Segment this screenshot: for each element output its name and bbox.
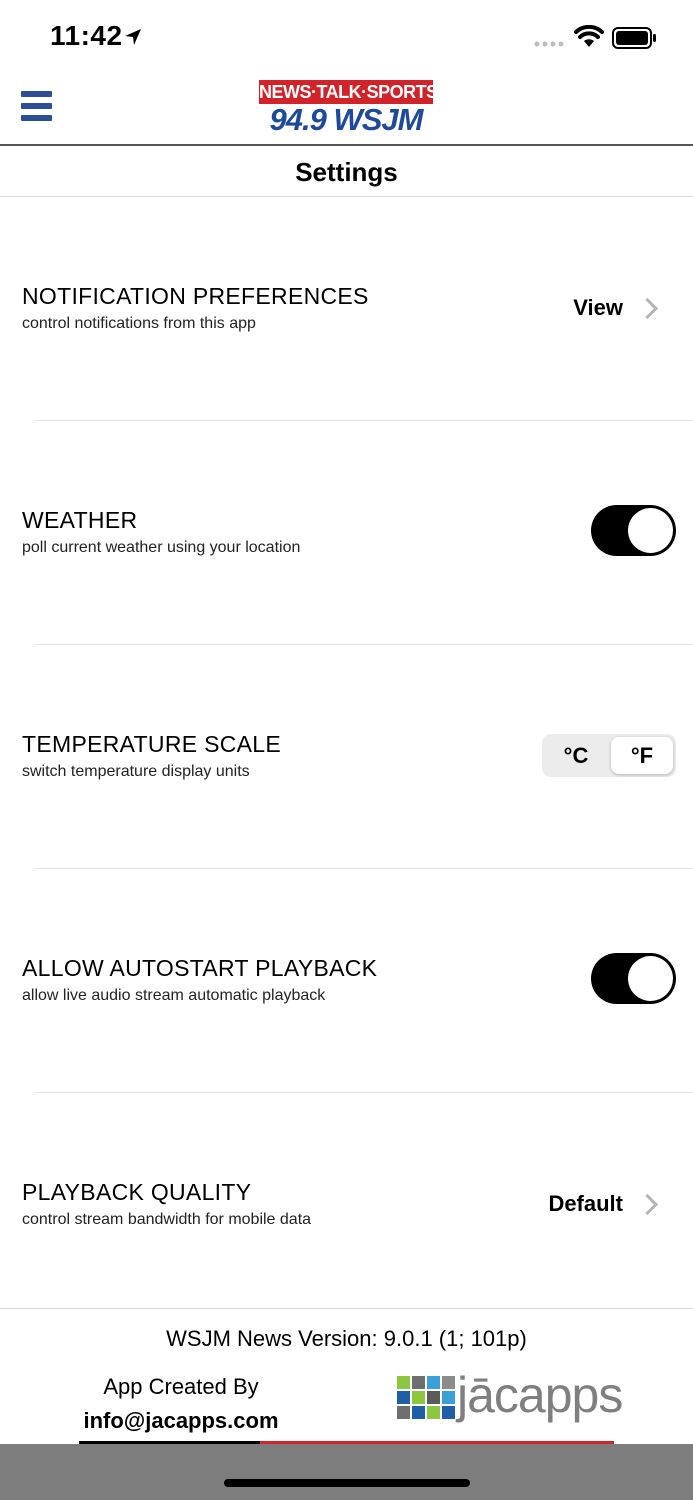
- chevron-right-icon: [636, 1193, 659, 1216]
- weather-toggle[interactable]: [591, 505, 676, 556]
- setting-title: TEMPERATURE SCALE: [22, 731, 281, 757]
- status-time: 11:42: [50, 20, 123, 51]
- setting-title: PLAYBACK QUALITY: [22, 1179, 252, 1205]
- setting-row-notification-preferences[interactable]: NOTIFICATION PREFERENCES control notific…: [0, 197, 693, 421]
- setting-row-autostart-playback: ALLOW AUTOSTART PLAYBACK allow live audi…: [0, 869, 693, 1093]
- fahrenheit-option[interactable]: °F: [611, 737, 673, 774]
- location-arrow-icon: [125, 29, 141, 45]
- toggle-knob: [628, 508, 673, 553]
- station-logo: NEWS·TALK·SPORTS 94.9 WSJM: [259, 80, 438, 137]
- setting-title: WEATHER: [22, 507, 138, 533]
- setting-row-weather: WEATHER poll current weather using your …: [0, 421, 693, 645]
- toggle-knob: [628, 956, 673, 1001]
- hamburger-menu-icon[interactable]: [21, 91, 52, 123]
- setting-value-default[interactable]: Default: [548, 1191, 623, 1217]
- app-version: WSJM News Version: 9.0.1 (1; 101p): [166, 1326, 527, 1351]
- home-indicator[interactable]: [224, 1479, 470, 1487]
- jacapps-logo[interactable]: jācapps: [395, 1362, 645, 1434]
- status-bar: 11:42: [0, 0, 693, 75]
- setting-row-playback-quality[interactable]: PLAYBACK QUALITY control stream bandwidt…: [0, 1093, 693, 1308]
- app-created-by-label: App Created By: [103, 1374, 259, 1399]
- setting-subtitle: poll current weather using your location: [22, 539, 301, 556]
- setting-value-view[interactable]: View: [573, 295, 623, 321]
- setting-title: ALLOW AUTOSTART PLAYBACK: [22, 955, 378, 981]
- setting-title: NOTIFICATION PREFERENCES: [22, 283, 369, 309]
- developer-email-link[interactable]: info@jacapps.com: [79, 1408, 283, 1434]
- setting-row-temperature-scale: TEMPERATURE SCALE switch temperature dis…: [0, 645, 693, 869]
- cellular-signal-icon: [534, 41, 564, 47]
- wifi-icon: [574, 25, 604, 47]
- home-indicator-area: [0, 1444, 693, 1500]
- setting-subtitle: switch temperature display units: [22, 763, 250, 780]
- setting-subtitle: allow live audio stream automatic playba…: [22, 987, 326, 1004]
- autostart-playback-toggle[interactable]: [591, 953, 676, 1004]
- battery-icon: [612, 27, 656, 49]
- celsius-option[interactable]: °C: [545, 737, 607, 774]
- logo-tagline: NEWS·TALK·SPORTS: [259, 80, 438, 104]
- title-bar: Settings: [0, 146, 693, 197]
- logo-call-sign: 94.9 WSJM: [269, 102, 424, 137]
- setting-subtitle: control stream bandwidth for mobile data: [22, 1211, 312, 1228]
- chevron-right-icon: [636, 297, 659, 320]
- page-title: Settings: [295, 157, 398, 187]
- setting-subtitle: control notifications from this app: [22, 315, 256, 332]
- temperature-unit-segmented-control[interactable]: °C °F: [542, 734, 676, 777]
- jacapps-logo-text: jācapps: [457, 1367, 623, 1423]
